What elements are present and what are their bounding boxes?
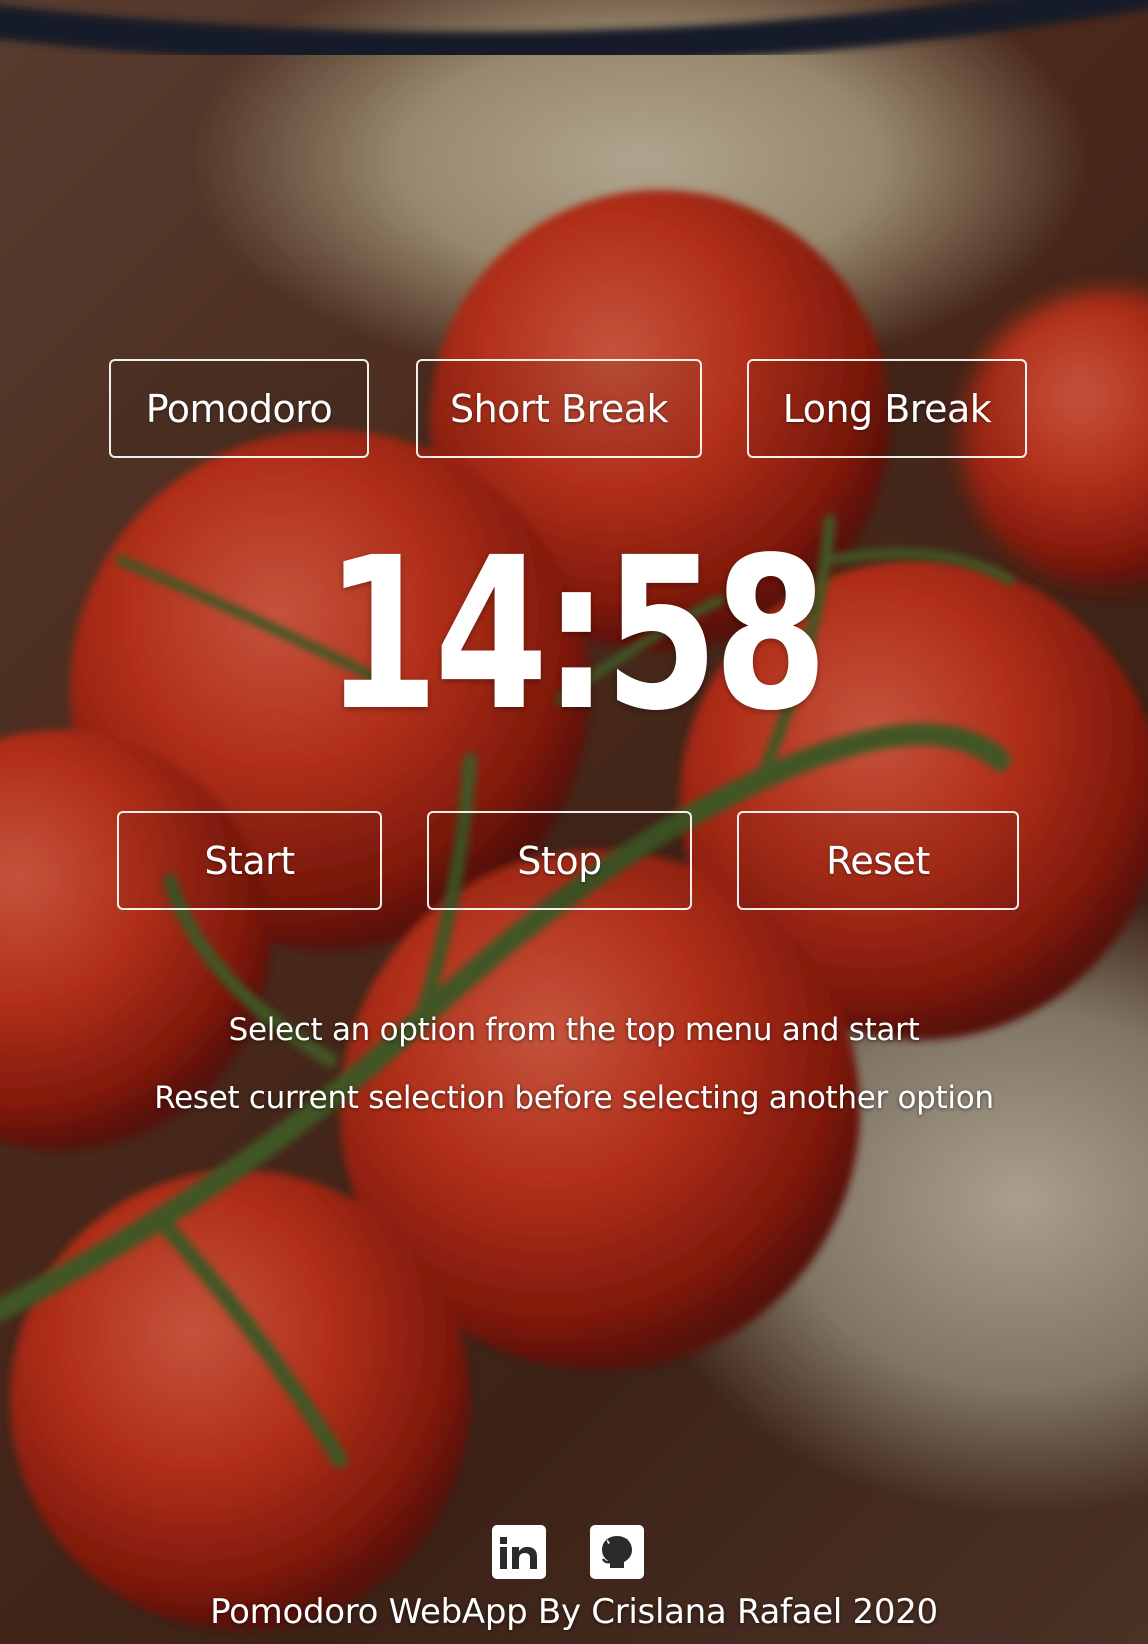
pomodoro-button[interactable]: Pomodoro — [109, 359, 369, 458]
stop-button[interactable]: Stop — [427, 811, 692, 910]
long-break-button[interactable]: Long Break — [747, 359, 1027, 458]
reset-button[interactable]: Reset — [737, 811, 1019, 910]
github-link[interactable] — [590, 1525, 644, 1579]
instruction-line-1: Select an option from the top menu and s… — [228, 1012, 920, 1048]
linkedin-icon — [500, 1537, 537, 1569]
github-icon — [601, 1536, 632, 1568]
linkedin-link[interactable] — [492, 1525, 546, 1579]
start-button[interactable]: Start — [117, 811, 382, 910]
instruction-line-2: Reset current selection before selecting… — [154, 1080, 994, 1116]
short-break-button[interactable]: Short Break — [416, 359, 702, 458]
footer-credit: Pomodoro WebApp By Crislana Rafael 2020 — [210, 1592, 938, 1632]
timer-display: 14:58 — [324, 512, 828, 757]
mode-menu: Pomodoro Short Break Long Break — [0, 359, 1148, 458]
